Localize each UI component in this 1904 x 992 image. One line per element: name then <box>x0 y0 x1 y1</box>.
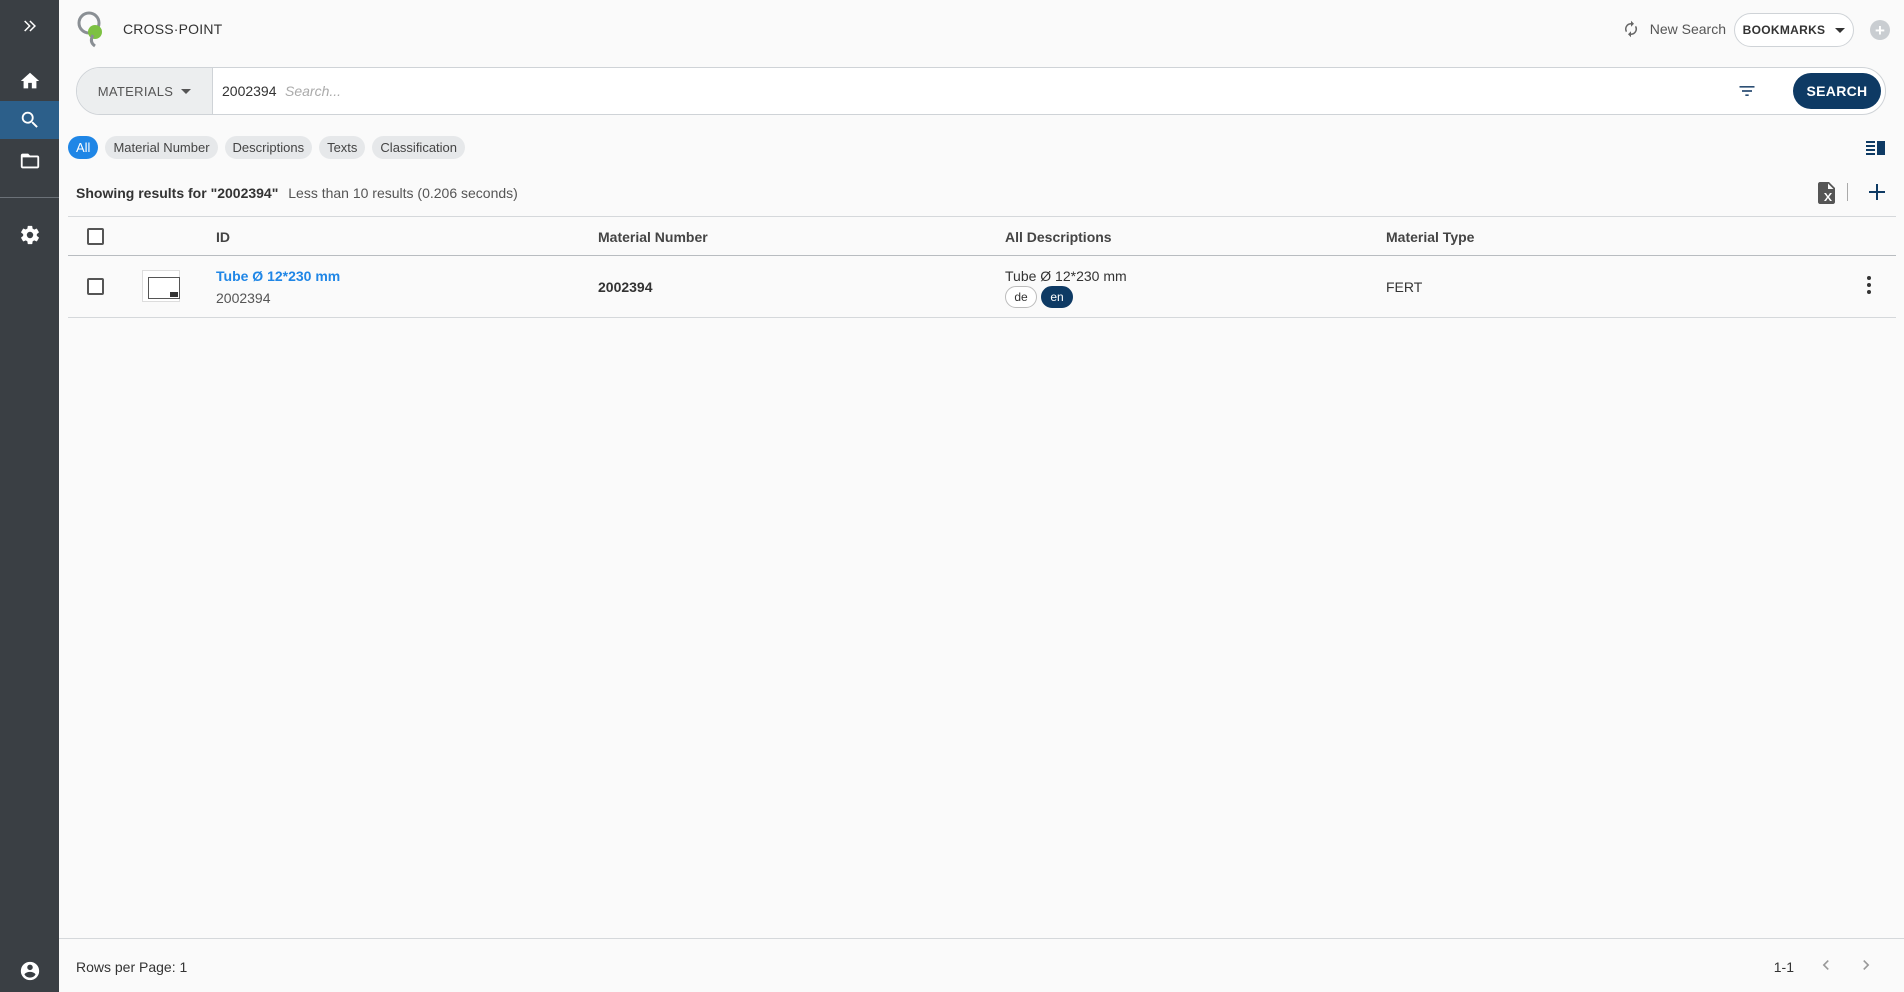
sidebar-item-account[interactable] <box>0 952 59 990</box>
material-thumbnail[interactable] <box>142 270 180 302</box>
results-meta: Less than 10 results (0.206 seconds) <box>288 185 518 201</box>
add-bookmark-button[interactable]: + <box>1870 20 1890 40</box>
app-header: CROSS·POINT New Search BOOKMARKS + <box>59 0 1904 58</box>
image-placeholder-icon <box>148 277 180 299</box>
material-title-link[interactable]: Tube Ø 12*230 mm <box>216 268 340 284</box>
column-header-material-type[interactable]: Material Type <box>1386 229 1474 245</box>
new-search-button[interactable]: New Search <box>1622 20 1726 38</box>
account-icon <box>20 961 39 981</box>
chip-material-number[interactable]: Material Number <box>105 136 218 159</box>
excel-export-icon <box>1818 182 1835 204</box>
row-menu-button[interactable] <box>1866 275 1872 300</box>
crosspoint-logo-icon[interactable] <box>75 10 111 48</box>
previous-page-button[interactable] <box>1816 955 1836 980</box>
expand-sidebar-button[interactable] <box>0 7 59 45</box>
language-chip-de[interactable]: de <box>1005 286 1037 308</box>
results-prefix: Showing results for <box>76 185 211 201</box>
sidebar <box>0 0 59 992</box>
rows-per-page[interactable]: Rows per Page: 1 <box>76 959 187 975</box>
sidebar-item-search[interactable] <box>0 101 59 139</box>
chevron-left-icon <box>1822 960 1829 970</box>
chip-classification[interactable]: Classification <box>372 136 466 159</box>
sidebar-item-settings[interactable] <box>0 216 59 254</box>
results-table: ID Material Number All Descriptions Mate… <box>68 216 1896 318</box>
material-description: Tube Ø 12*230 mm <box>1005 268 1127 284</box>
row-checkbox[interactable] <box>87 278 104 295</box>
sidebar-item-home[interactable] <box>0 62 59 100</box>
filter-icon <box>1739 86 1755 96</box>
caret-down-icon <box>1835 27 1846 33</box>
chip-texts[interactable]: Texts <box>319 136 366 159</box>
more-vert-icon <box>1867 276 1871 294</box>
expand-icon <box>23 20 36 32</box>
folder-icon <box>20 153 39 169</box>
next-page-button[interactable] <box>1856 955 1876 980</box>
category-dropdown[interactable]: MATERIALS <box>77 68 213 114</box>
bookmarks-dropdown[interactable]: BOOKMARKS <box>1734 13 1854 47</box>
table-header: ID Material Number All Descriptions Mate… <box>68 216 1896 256</box>
gear-icon <box>20 225 39 245</box>
material-id: 2002394 <box>216 290 271 306</box>
home-icon <box>20 72 39 89</box>
column-header-id[interactable]: ID <box>216 229 230 245</box>
pagination-range: 1-1 <box>1773 959 1794 975</box>
toggle-layout-button[interactable] <box>1866 139 1886 162</box>
bookmarks-label: BOOKMARKS <box>1742 23 1826 37</box>
results-summary: Showing results for "2002394" Less than … <box>76 185 518 201</box>
chip-descriptions[interactable]: Descriptions <box>224 136 313 159</box>
column-header-material-number[interactable]: Material Number <box>598 229 708 245</box>
material-type: FERT <box>1386 279 1423 295</box>
caret-down-icon <box>181 88 192 94</box>
sidebar-divider <box>0 197 59 198</box>
search-bar: MATERIALS 2002394 SEARCH <box>76 67 1886 115</box>
plus-icon: + <box>1875 20 1885 40</box>
new-search-label: New Search <box>1649 21 1726 37</box>
toolbar-divider <box>1847 183 1848 201</box>
filter-button[interactable] <box>1737 81 1757 106</box>
search-input[interactable] <box>285 76 1485 106</box>
search-button[interactable]: SEARCH <box>1793 73 1881 109</box>
table-footer: Rows per Page: 1 1-1 <box>59 938 1904 992</box>
chip-all[interactable]: All <box>68 136 99 159</box>
view-list-icon <box>1866 141 1885 155</box>
export-excel-button[interactable] <box>1818 182 1836 209</box>
chevron-right-icon <box>1863 960 1870 970</box>
category-label: MATERIALS <box>97 83 174 99</box>
plus-icon <box>1869 184 1885 200</box>
language-chip-en[interactable]: en <box>1041 286 1073 308</box>
results-query: "2002394" <box>210 185 279 201</box>
search-icon <box>21 111 38 128</box>
material-number: 2002394 <box>598 279 653 295</box>
refresh-icon <box>1624 20 1637 38</box>
table-row[interactable]: Tube Ø 12*230 mm 2002394 2002394 Tube Ø … <box>68 256 1896 318</box>
app-title[interactable]: CROSS·POINT <box>123 21 222 37</box>
select-all-checkbox[interactable] <box>87 228 104 245</box>
search-query-chip[interactable]: 2002394 <box>222 83 277 99</box>
language-chips: de en <box>1005 286 1073 308</box>
sidebar-item-folder[interactable] <box>0 142 59 180</box>
column-header-all-descriptions[interactable]: All Descriptions <box>1005 229 1112 245</box>
add-material-button[interactable] <box>1868 183 1886 206</box>
filter-chips: All Material Number Descriptions Texts C… <box>68 136 466 159</box>
